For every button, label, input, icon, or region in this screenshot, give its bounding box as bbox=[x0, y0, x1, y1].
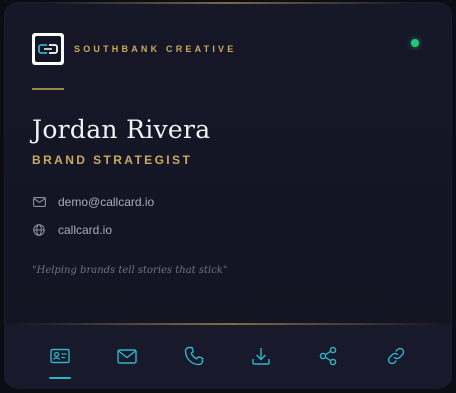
contact-card-icon bbox=[50, 348, 70, 364]
share-icon bbox=[318, 346, 338, 366]
business-card: SOUTHBANK CREATIVE Jordan Rivera BRAND S… bbox=[4, 2, 452, 389]
mail-icon bbox=[32, 195, 46, 209]
action-bar bbox=[4, 325, 452, 389]
download-button[interactable] bbox=[246, 341, 276, 371]
status-indicator bbox=[411, 39, 419, 47]
contact-website[interactable]: callcard.io bbox=[58, 223, 112, 237]
person-name: Jordan Rivera bbox=[32, 115, 211, 144]
download-icon bbox=[251, 346, 271, 366]
call-button[interactable] bbox=[179, 341, 209, 371]
contact-website-row[interactable]: callcard.io bbox=[32, 223, 112, 237]
contact-email-row[interactable]: demo@callcard.io bbox=[32, 195, 154, 209]
save-contact-button[interactable] bbox=[45, 341, 75, 379]
share-button[interactable] bbox=[313, 341, 343, 371]
tagline-quote: "Helping brands tell stories that stick" bbox=[32, 265, 228, 276]
phone-icon bbox=[184, 346, 204, 366]
contact-email[interactable]: demo@callcard.io bbox=[58, 195, 154, 209]
email-button[interactable] bbox=[112, 341, 142, 371]
copy-link-button[interactable] bbox=[381, 341, 411, 371]
link-icon bbox=[386, 346, 406, 366]
company-name: SOUTHBANK CREATIVE bbox=[74, 44, 237, 54]
brand-logo-icon bbox=[32, 33, 64, 65]
mail-icon bbox=[117, 348, 137, 364]
gold-divider bbox=[32, 88, 64, 90]
job-title: BRAND STRATEGIST bbox=[32, 153, 193, 167]
globe-icon bbox=[32, 223, 46, 237]
